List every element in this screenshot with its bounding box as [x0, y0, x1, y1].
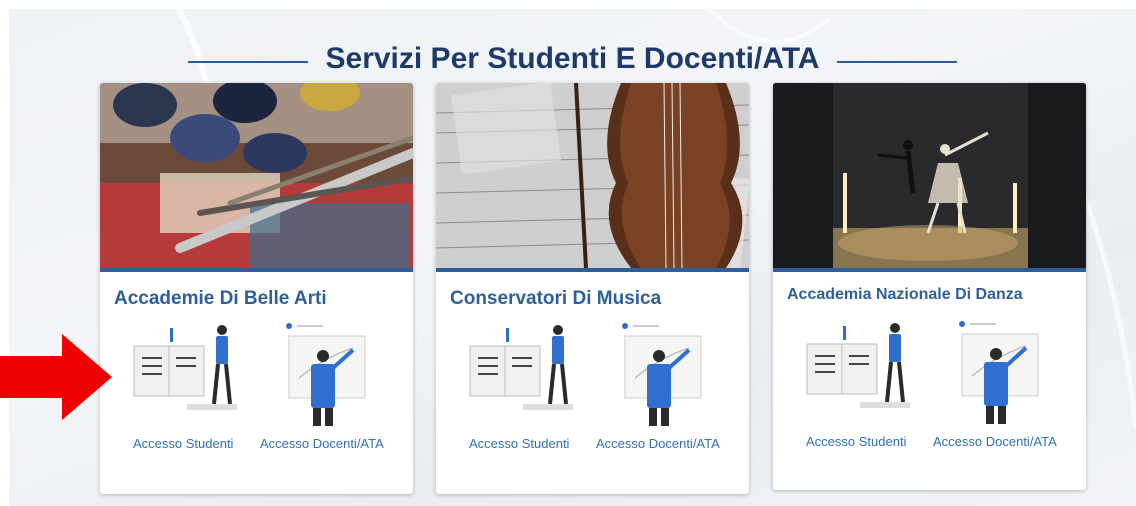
student-access-link[interactable]: Accesso Studenti — [806, 434, 906, 449]
card-belle-arti: Accademie Di Belle Arti Accesso Studenti… — [100, 83, 413, 494]
paint-palette-photo — [100, 83, 413, 268]
title-left-rule — [187, 61, 308, 63]
staff-access-link[interactable]: Accesso Docenti/ATA — [933, 434, 1057, 449]
page-background: Servizi Per Studenti E Docenti/ATA Accad… — [9, 9, 1136, 506]
card-title: Accademie Di Belle Arti — [114, 288, 327, 309]
card-title: Conservatori Di Musica — [450, 288, 662, 309]
section-header: Servizi Per Studenti E Docenti/ATA — [9, 39, 1136, 79]
violin-sheet-music-photo — [436, 83, 749, 268]
card-conservatori: Conservatori Di Musica Accesso Studenti … — [436, 83, 749, 494]
student-access-link[interactable]: Accesso Studenti — [133, 436, 233, 451]
teacher-board-illustration[interactable] — [956, 316, 1046, 426]
section-title: Servizi Per Studenti E Docenti/ATA — [325, 42, 820, 75]
student-reading-illustration[interactable] — [468, 318, 578, 428]
student-access-link[interactable]: Accesso Studenti — [469, 436, 569, 451]
student-reading-illustration[interactable] — [132, 318, 242, 428]
teacher-board-illustration[interactable] — [283, 318, 373, 428]
staff-access-link[interactable]: Accesso Docenti/ATA — [260, 436, 384, 451]
red-arrow-pointer — [0, 334, 112, 420]
student-reading-illustration[interactable] — [805, 316, 915, 426]
title-right-rule — [837, 61, 958, 63]
teacher-board-illustration[interactable] — [619, 318, 709, 428]
staff-access-link[interactable]: Accesso Docenti/ATA — [596, 436, 720, 451]
card-danza: Accademia Nazionale Di Danza Accesso Stu… — [773, 83, 1086, 490]
card-title: Accademia Nazionale Di Danza — [787, 286, 1023, 303]
ballet-dancers-photo — [773, 83, 1086, 268]
